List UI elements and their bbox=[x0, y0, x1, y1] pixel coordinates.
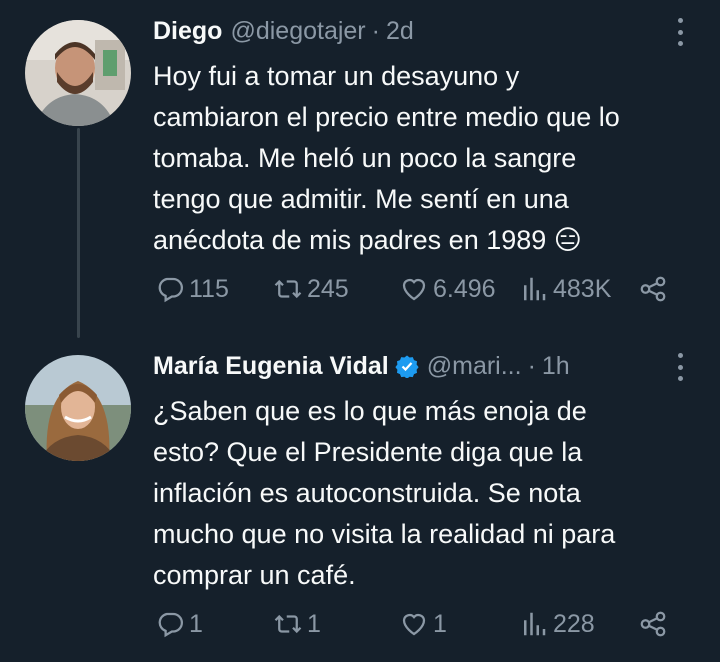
views-button[interactable]: 483K bbox=[519, 274, 611, 304]
timestamp[interactable]: 2d bbox=[386, 14, 414, 48]
share-icon bbox=[640, 611, 666, 637]
retweet-count: 1 bbox=[307, 610, 321, 638]
tweet-text: Hoy fui a tomar un desayuno y cambiaron … bbox=[153, 61, 620, 255]
more-icon[interactable] bbox=[670, 353, 690, 381]
reply-icon bbox=[158, 612, 183, 638]
separator-dot: · bbox=[527, 352, 536, 380]
share-button[interactable] bbox=[638, 609, 672, 639]
share-icon bbox=[640, 276, 666, 302]
views-icon bbox=[524, 277, 546, 301]
avatar[interactable] bbox=[25, 355, 131, 461]
avatar[interactable] bbox=[25, 20, 131, 126]
views-button[interactable]: 228 bbox=[519, 609, 595, 639]
tweet-header: María Eugenia Vidal @mari... · 1h bbox=[153, 349, 660, 383]
tweet[interactable]: Diego @diegotajer · 2d Hoy fui a tomar u… bbox=[0, 0, 720, 335]
like-count: 1 bbox=[433, 610, 447, 638]
like-icon bbox=[402, 278, 426, 301]
share-button[interactable] bbox=[638, 274, 672, 304]
author-handle[interactable]: @mari... bbox=[427, 349, 522, 383]
reply-icon bbox=[158, 277, 183, 303]
retweet-icon bbox=[274, 614, 302, 634]
retweet-button[interactable]: 1 bbox=[273, 609, 321, 639]
author-name[interactable]: Diego bbox=[153, 14, 222, 48]
author-name[interactable]: María Eugenia Vidal bbox=[153, 349, 389, 383]
like-button[interactable]: 1 bbox=[399, 609, 447, 639]
author-handle[interactable]: @diegotajer bbox=[230, 14, 365, 48]
views-count: 483K bbox=[553, 275, 612, 303]
reply-button[interactable]: 115 bbox=[155, 274, 229, 304]
tweet-actions: 1 1 1 228 bbox=[155, 607, 680, 641]
tweet[interactable]: María Eugenia Vidal @mari... · 1h ¿Saben… bbox=[0, 335, 720, 662]
reply-count: 1 bbox=[189, 610, 203, 638]
tweet-text: ¿Saben que es lo que más enoja de esto? … bbox=[153, 396, 616, 590]
verified-badge-icon bbox=[395, 355, 419, 378]
like-button[interactable]: 6.496 bbox=[399, 274, 496, 304]
views-count: 228 bbox=[553, 610, 595, 638]
timestamp[interactable]: 1h bbox=[542, 349, 570, 383]
tweet-header: Diego @diegotajer · 2d bbox=[153, 14, 660, 48]
retweet-count: 245 bbox=[307, 275, 349, 303]
tweet-actions: 115 245 6.496 483K bbox=[155, 272, 680, 306]
retweet-icon bbox=[274, 279, 302, 299]
reply-count: 115 bbox=[189, 275, 229, 303]
like-count: 6.496 bbox=[433, 275, 496, 303]
like-icon bbox=[402, 613, 426, 636]
retweet-button[interactable]: 245 bbox=[273, 274, 349, 304]
separator-dot: · bbox=[371, 17, 380, 45]
more-icon[interactable] bbox=[670, 18, 690, 46]
reply-button[interactable]: 1 bbox=[155, 609, 203, 639]
views-icon bbox=[524, 612, 546, 636]
